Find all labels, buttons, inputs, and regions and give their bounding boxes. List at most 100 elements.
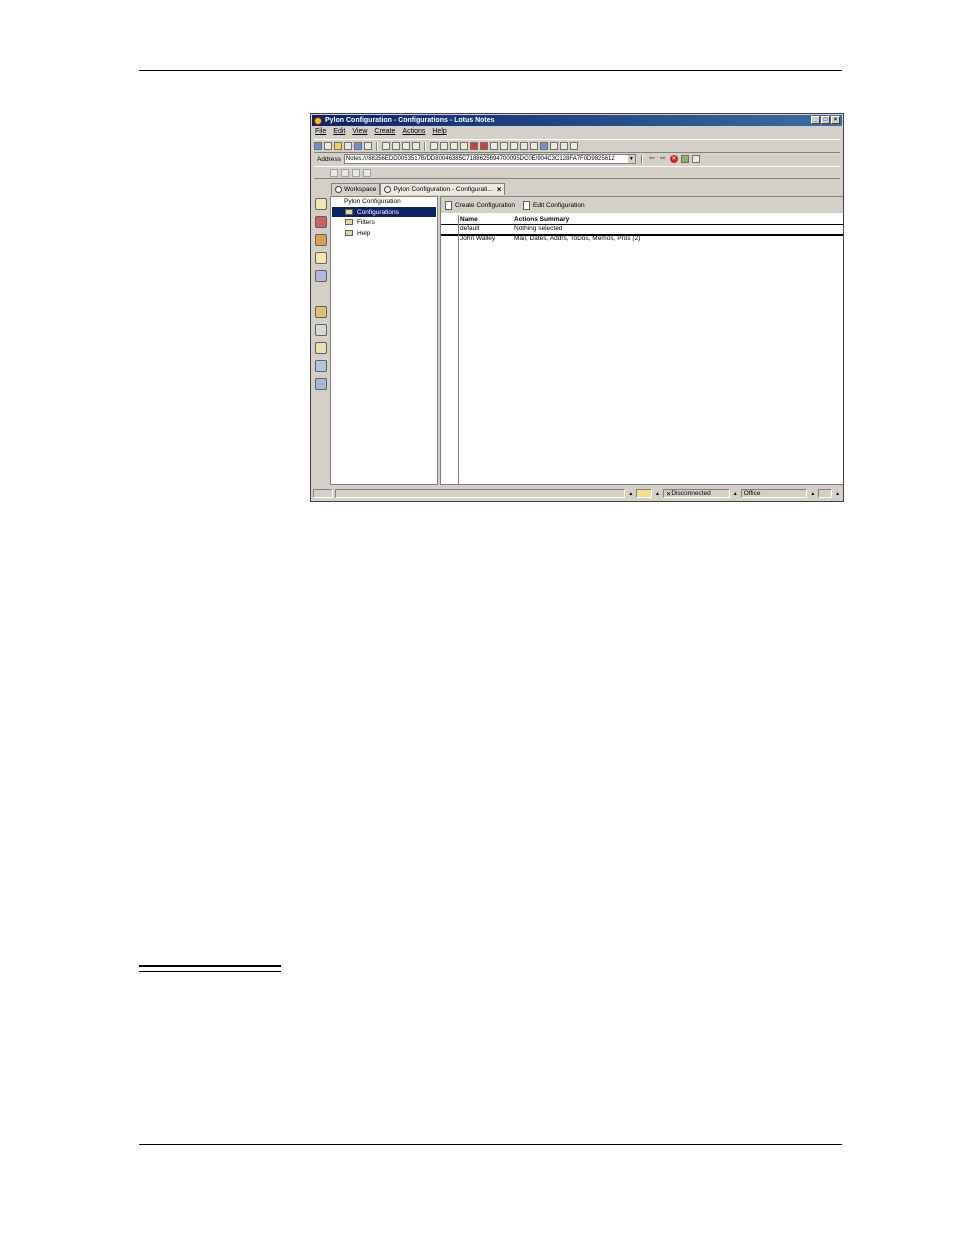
calendar-icon[interactable] bbox=[315, 216, 327, 228]
navigate-next-icon[interactable] bbox=[450, 142, 458, 150]
maximize-button[interactable]: □ bbox=[821, 116, 830, 124]
tab-workspace[interactable]: Workspace bbox=[331, 183, 381, 195]
workspace-icon bbox=[335, 186, 342, 193]
title-bar: Pylon Configuration - Configurations - L… bbox=[312, 115, 842, 126]
save-icon[interactable] bbox=[354, 142, 362, 150]
address-input[interactable]: Notes:///88256EDD0053517B/DD80046385C718… bbox=[343, 154, 636, 164]
toolbar-separator bbox=[640, 154, 643, 164]
forward-arrow-icon[interactable]: ⇨ bbox=[659, 155, 667, 163]
edit-configuration-button[interactable]: Edit Configuration bbox=[522, 200, 585, 210]
nav-item-configurations[interactable]: Configurations bbox=[332, 207, 436, 217]
mail-icon[interactable] bbox=[315, 198, 327, 210]
table-row[interactable]: John Walley Mail, Dates, Addrs, ToDos, M… bbox=[441, 235, 843, 244]
key-icon[interactable] bbox=[636, 489, 653, 498]
navigate-unread-prev-icon[interactable] bbox=[480, 142, 488, 150]
internet-explorer-icon[interactable] bbox=[315, 378, 327, 390]
address-value: Notes:///88256EDD0053517B/DD80046385C718… bbox=[345, 156, 615, 162]
cut-icon[interactable] bbox=[382, 142, 390, 150]
paste-special-icon[interactable] bbox=[412, 142, 420, 150]
chevron-down-icon[interactable]: ▼ bbox=[627, 155, 635, 163]
chat-reply-icon[interactable] bbox=[341, 168, 349, 177]
navigate-unread-icon[interactable] bbox=[470, 142, 478, 150]
row-summary: Mail, Dates, Addrs, ToDos, Memos, Pros (… bbox=[514, 235, 641, 242]
nav-item-filters[interactable]: Filters bbox=[332, 217, 436, 227]
chat-icon[interactable] bbox=[330, 168, 338, 177]
row-name: default bbox=[460, 225, 480, 232]
location-status[interactable]: Office bbox=[740, 489, 808, 498]
edit-icon[interactable] bbox=[344, 142, 352, 150]
bookmark-bar bbox=[313, 196, 329, 486]
favorites-icon[interactable] bbox=[315, 306, 327, 318]
navigate-first-icon[interactable] bbox=[430, 142, 438, 150]
new-icon[interactable] bbox=[324, 142, 332, 150]
more-bookmarks-icon[interactable] bbox=[315, 342, 327, 354]
search-icon[interactable] bbox=[560, 142, 568, 150]
menu-edit[interactable]: Edit bbox=[333, 128, 345, 138]
menu-file[interactable]: File bbox=[315, 128, 326, 138]
new-document-icon bbox=[445, 200, 452, 210]
back-arrow-icon[interactable]: ⇦ bbox=[648, 155, 656, 163]
connection-status[interactable]: ✕ Disconnected bbox=[662, 489, 730, 498]
nav-item-label: Filters bbox=[357, 218, 375, 226]
stop-icon[interactable]: ✕ bbox=[669, 155, 678, 163]
contacts-icon[interactable] bbox=[315, 234, 327, 246]
applications-icon[interactable] bbox=[315, 360, 327, 372]
todo-icon[interactable] bbox=[315, 252, 327, 264]
column-name[interactable]: Name bbox=[460, 216, 478, 223]
close-button[interactable]: × bbox=[831, 116, 840, 124]
menu-help[interactable]: Help bbox=[432, 128, 446, 138]
find-icon[interactable] bbox=[550, 142, 558, 150]
create-configuration-button[interactable]: Create Configuration bbox=[445, 200, 515, 210]
nav-item-help[interactable]: Help bbox=[332, 228, 436, 238]
chevron-up-icon[interactable]: ▲ bbox=[627, 491, 634, 497]
edit-configuration-label: Edit Configuration bbox=[532, 201, 585, 209]
tab-workspace-label: Workspace bbox=[344, 186, 377, 193]
refresh-icon[interactable] bbox=[490, 142, 498, 150]
forward-icon[interactable] bbox=[530, 142, 538, 150]
databases-icon[interactable] bbox=[315, 324, 327, 336]
status-bar: ▲ ▲ ✕ Disconnected ▲ Office ▲ ▲ bbox=[313, 488, 841, 499]
paste-icon[interactable] bbox=[402, 142, 410, 150]
open-icon[interactable] bbox=[334, 142, 342, 150]
menu-create[interactable]: Create bbox=[374, 128, 395, 138]
copy-icon[interactable] bbox=[392, 142, 400, 150]
chevron-up-icon[interactable]: ▲ bbox=[654, 491, 661, 497]
inbox-icon[interactable] bbox=[818, 489, 833, 498]
chevron-up-icon[interactable]: ▲ bbox=[809, 491, 816, 497]
chevron-up-icon[interactable]: ▲ bbox=[732, 491, 739, 497]
window-icon[interactable] bbox=[540, 142, 548, 150]
properties-icon[interactable] bbox=[570, 142, 578, 150]
column-actions-summary[interactable]: Actions Summary bbox=[514, 216, 569, 223]
nav-item-label: Configurations bbox=[357, 208, 399, 216]
toolbar-separator bbox=[376, 141, 378, 151]
print-icon[interactable] bbox=[364, 142, 372, 150]
action-bar: Create Configuration Edit Configuration bbox=[441, 197, 843, 213]
search-web-icon[interactable] bbox=[691, 155, 700, 163]
lotus-notes-icon bbox=[314, 116, 322, 125]
menu-view[interactable]: View bbox=[352, 128, 367, 138]
view-icon bbox=[345, 230, 353, 236]
expand-icon[interactable] bbox=[500, 142, 508, 150]
refresh-page-icon[interactable] bbox=[680, 155, 689, 163]
view-margin-divider bbox=[458, 215, 459, 484]
header-rule bbox=[139, 70, 842, 71]
tab-current-label: Pylon Configuration - Configurati... bbox=[393, 186, 493, 193]
navigate-up-icon[interactable] bbox=[460, 142, 468, 150]
minimize-button[interactable]: _ bbox=[811, 116, 820, 124]
home-icon[interactable] bbox=[314, 142, 322, 150]
toolbar-separator bbox=[424, 141, 426, 151]
tab-pylon-configuration[interactable]: Pylon Configuration - Configurati... × bbox=[380, 183, 506, 195]
status-message bbox=[334, 489, 626, 498]
back-icon[interactable] bbox=[520, 142, 528, 150]
delete-icon[interactable] bbox=[363, 168, 371, 177]
close-tab-icon[interactable]: × bbox=[497, 185, 502, 194]
chevron-up-icon[interactable]: ▲ bbox=[834, 491, 841, 497]
replicator-icon[interactable] bbox=[315, 270, 327, 282]
menu-actions[interactable]: Actions bbox=[402, 128, 425, 138]
section-rule bbox=[139, 965, 281, 972]
status-indicator bbox=[313, 489, 333, 498]
navigate-prev-icon[interactable] bbox=[440, 142, 448, 150]
window-title: Pylon Configuration - Configurations - L… bbox=[325, 117, 495, 124]
attach-icon[interactable] bbox=[352, 168, 360, 177]
collapse-icon[interactable] bbox=[510, 142, 518, 150]
